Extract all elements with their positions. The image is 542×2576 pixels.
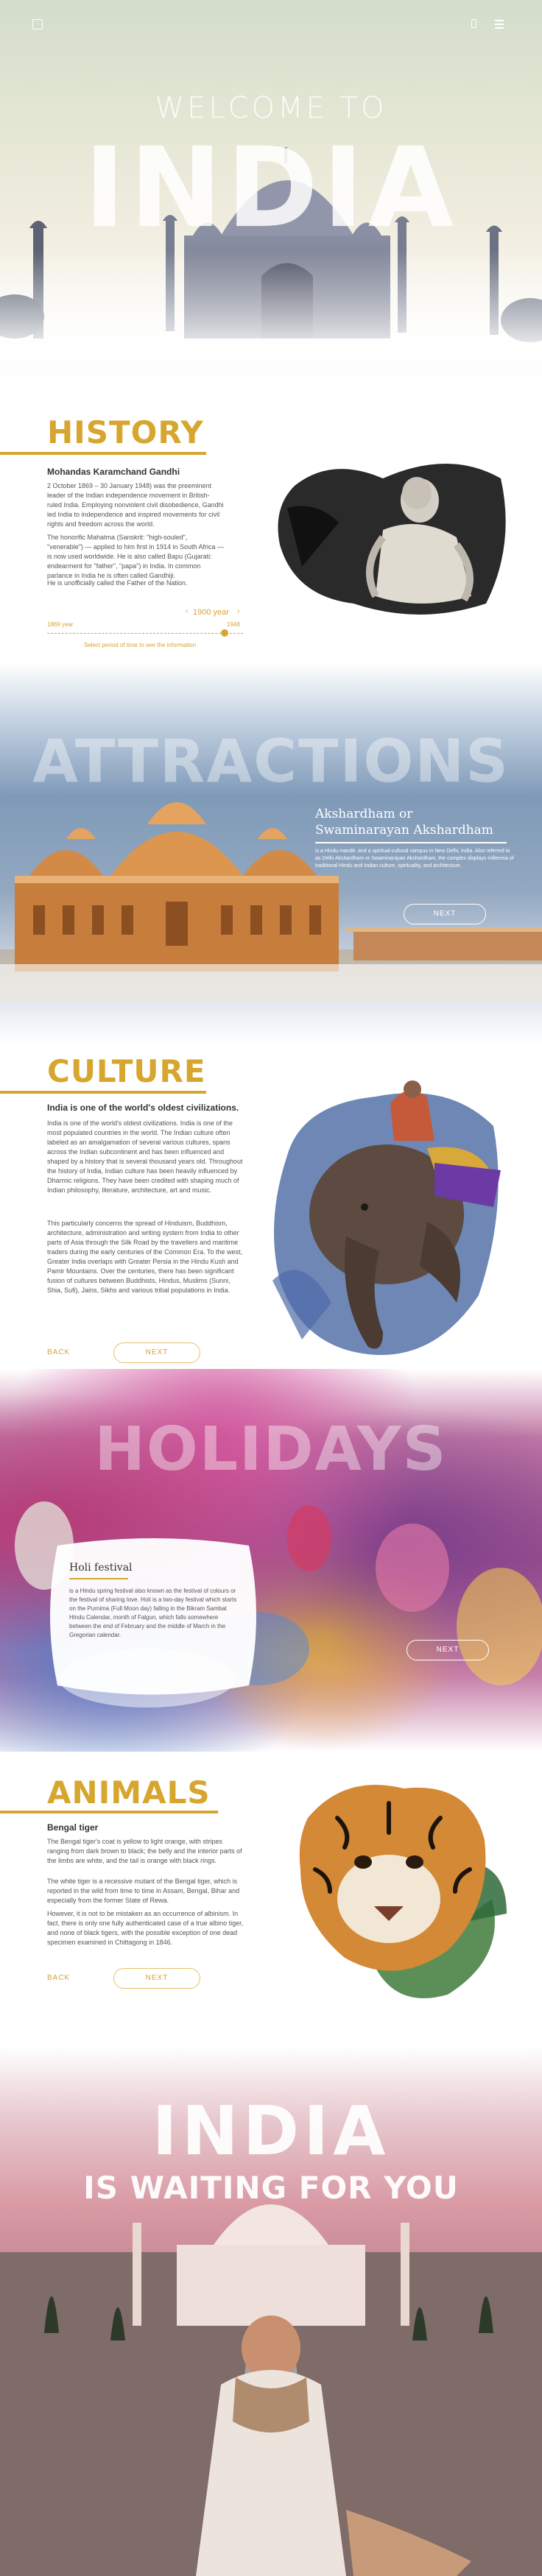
animals-back-button[interactable]: BACK xyxy=(47,1974,70,1982)
culture-back-button[interactable]: BACK xyxy=(47,1348,70,1356)
holi-description: is a Hindu spring festival also known as… xyxy=(69,1588,237,1638)
holi-title-rule xyxy=(69,1578,128,1579)
tiger-brush-image xyxy=(299,1785,507,1998)
holi-title: Holi festival xyxy=(69,1562,133,1574)
history-section: HISTORY Mohandas Karamchand Gandhi 2 Oct… xyxy=(0,383,542,677)
timeline-current-year: 1900 year xyxy=(193,608,229,617)
culture-next-button[interactable]: NEXT xyxy=(113,1342,200,1363)
akshardham-temple-image xyxy=(0,802,542,1001)
timeline-handle[interactable] xyxy=(221,629,228,637)
culture-subtitle: India is one of the world's oldest civil… xyxy=(47,1103,239,1113)
timeline-right-arrow-icon[interactable]: › xyxy=(237,607,239,615)
hero-title: INDIA xyxy=(84,124,458,252)
animals-heading-rule xyxy=(0,1811,218,1814)
culture-paragraph-2: This particularly concerns the spread of… xyxy=(47,1220,242,1294)
history-paragraph-3: He is unofficially called the Father of … xyxy=(47,579,188,587)
history-subtitle: Mohandas Karamchand Gandhi xyxy=(47,467,180,477)
animals-heading: ANIMALS xyxy=(47,1774,211,1811)
hero-welcome-text: WELCOME TO xyxy=(155,91,387,125)
animals-subtitle: Bengal tiger xyxy=(47,1822,99,1833)
gandhi-brush-image xyxy=(278,464,506,615)
logo-square-icon[interactable] xyxy=(32,19,43,29)
attraction-title-line1: Akshardham or xyxy=(315,807,413,821)
attractions-section: ATTRACTIONS Akshardham or Swaminarayan A… xyxy=(0,662,542,1045)
history-paragraph-1: 2 October 1869 – 30 January 1948) was th… xyxy=(47,482,224,528)
culture-paragraph-1: India is one of the world's oldest civil… xyxy=(47,1119,243,1194)
animals-section: ANIMALS Bengal tiger The Bengal tiger's … xyxy=(0,1752,542,2046)
holidays-next-button[interactable]: NEXT xyxy=(406,1640,489,1660)
attraction-title-line2: Swaminarayan Akshardham xyxy=(315,823,493,838)
phone-icon[interactable] xyxy=(471,19,476,28)
animals-paragraph-3: However, it is not to be mistaken as an … xyxy=(47,1910,244,1946)
timeline-left-arrow-icon[interactable]: ‹ xyxy=(186,607,188,615)
history-heading-rule xyxy=(0,452,206,455)
timeline-end-label: 1948 xyxy=(227,621,240,628)
holidays-section: HOLIDAYS Holi festival is a Hindu spring… xyxy=(0,1369,542,1752)
animals-paragraph-1: The Bengal tiger's coat is yellow to lig… xyxy=(47,1838,242,1864)
culture-section: CULTURE India is one of the world's olde… xyxy=(0,1045,542,1413)
hero-section: WELCOME TO INDIA xyxy=(0,0,542,383)
timeline-hint: Select period of time to see the informa… xyxy=(84,642,197,648)
elephant-brush-image xyxy=(272,1080,501,1355)
history-paragraph-2: The honorific Mahatma (Sanskrit: "high-s… xyxy=(47,534,225,579)
footer-section: INDIA IS WAITING FOR YOU xyxy=(0,2046,542,2576)
footer-title: INDIA xyxy=(152,2092,390,2170)
footer-tagline: IS WAITING FOR YOU xyxy=(83,2170,459,2206)
attraction-title-rule xyxy=(315,842,507,843)
timeline-start-label: 1869 year xyxy=(47,621,74,628)
culture-heading-rule xyxy=(0,1091,206,1094)
attractions-next-button[interactable]: NEXT xyxy=(404,904,486,924)
animals-next-button[interactable]: NEXT xyxy=(113,1968,200,1989)
culture-heading: CULTURE xyxy=(47,1053,206,1089)
attraction-description: is a Hindu mandir, and a spiritual-cultu… xyxy=(315,849,514,868)
timeline-track[interactable] xyxy=(47,633,243,634)
taj-mahal-sunset-image xyxy=(0,2204,542,2576)
animals-paragraph-2: The white tiger is a recessive mutant of… xyxy=(47,1878,240,1904)
history-heading: HISTORY xyxy=(47,414,204,450)
menu-icon[interactable] xyxy=(495,20,504,29)
